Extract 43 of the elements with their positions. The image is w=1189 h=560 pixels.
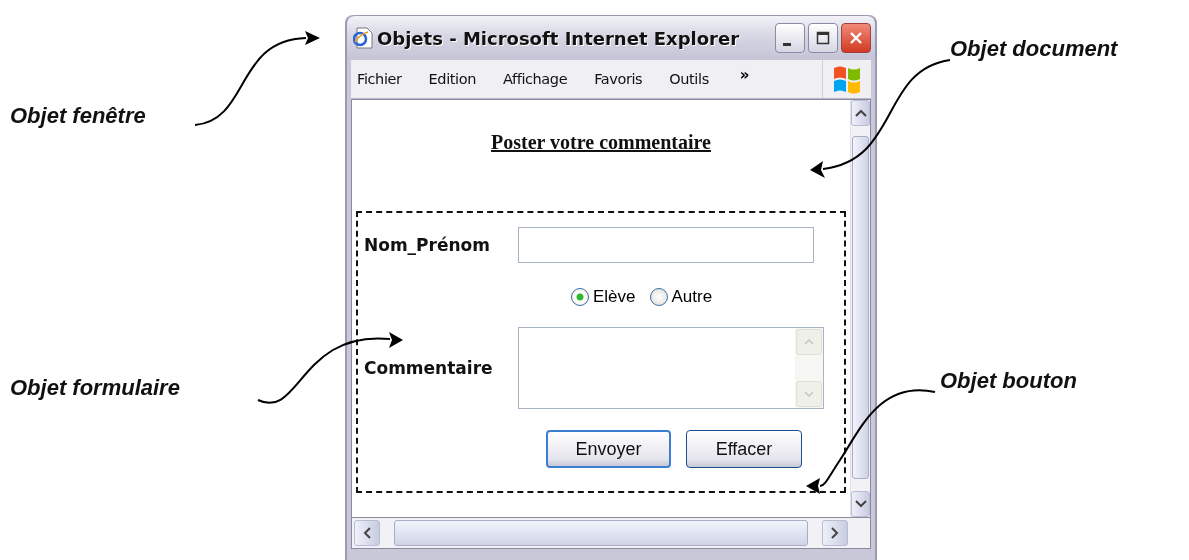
field-label: Nom_Prénom [364, 235, 491, 255]
annotation-label: Objet fenêtre [10, 103, 146, 129]
field-label: Commentaire [364, 358, 494, 378]
window-title: Objets - Microsoft Internet Explorer [377, 27, 741, 49]
menu-item[interactable]: Affichage [502, 71, 568, 87]
minimize-button[interactable] [775, 23, 805, 53]
name-input-field[interactable] [518, 227, 814, 263]
menu-item[interactable]: Fichier [357, 71, 402, 87]
radio-label: Elève [593, 287, 636, 307]
chevron-left-icon [363, 527, 371, 539]
windows-logo-icon [832, 64, 862, 94]
menu-item[interactable]: Favoris [594, 71, 643, 87]
radio-label: Autre [671, 287, 713, 307]
scroll-thumb[interactable] [852, 136, 869, 479]
chevron-up-icon [804, 339, 814, 345]
page-icon [353, 27, 373, 49]
form-button[interactable]: Envoyer [546, 430, 671, 468]
radio-button[interactable] [571, 288, 589, 306]
page-heading: Poster votre commentaire [490, 131, 712, 154]
annotation-label: Objet bouton [940, 368, 1077, 394]
chevron-down-icon [854, 500, 867, 508]
chevron-right-icon [831, 527, 839, 539]
annotation-label: Objet formulaire [10, 375, 180, 401]
menu-item[interactable]: Edition [428, 71, 476, 87]
close-button[interactable] [841, 23, 871, 53]
scroll-down-button[interactable] [851, 491, 870, 517]
more-menus-button[interactable]: » [739, 66, 750, 84]
maximize-icon [816, 31, 830, 45]
close-icon [849, 31, 863, 45]
horizontal-scrollbar[interactable] [351, 518, 871, 549]
minimize-icon [783, 42, 791, 46]
scroll-thumb[interactable] [394, 520, 808, 546]
form-button[interactable]: Effacer [686, 430, 802, 468]
chevron-down-icon [804, 391, 814, 397]
scroll-right-button[interactable] [822, 520, 848, 546]
menu-item[interactable]: Outils [669, 71, 709, 87]
annotation-label: Objet document [950, 36, 1118, 62]
radio-button[interactable] [649, 288, 668, 306]
scroll-left-button[interactable] [354, 520, 380, 546]
chevron-up-icon [854, 109, 867, 117]
vertical-scrollbar[interactable] [850, 100, 870, 517]
scroll-up-button[interactable] [851, 100, 870, 126]
maximize-button[interactable] [808, 23, 838, 53]
